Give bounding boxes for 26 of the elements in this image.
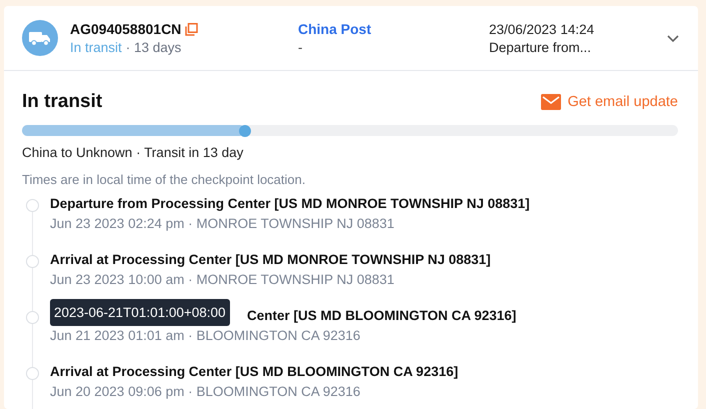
event-title: Arrival at Processing Center [US MD BLOOMINGTON CA 92316]: [50, 364, 458, 379]
event-detail: Jun 21 2023 01:01 am · BLOOMINGTON CA 92316: [50, 328, 362, 343]
event-title: Center [US MD BLOOMINGTON CA 92316]: [247, 308, 516, 323]
status-text: In transit: [70, 40, 122, 55]
route-text: China to Unknown · Transit in 13 day: [22, 145, 244, 160]
event-detail: Jun 23 2023 10:00 am · MONROE TOWNSHIP NJ 08831: [50, 272, 396, 287]
tracking-number: AG094058801CN: [70, 21, 182, 37]
latest-event: Departure from...: [489, 40, 592, 54]
event-detail: Jun 20 2023 09:06 pm · BLOOMINGTON CA 92316: [50, 384, 362, 399]
copy-icon[interactable]: [185, 22, 198, 36]
chevron-icon[interactable]: [666, 34, 680, 42]
truck-icon: [22, 20, 58, 56]
progress-knob: [239, 124, 252, 136]
mail-icon: [540, 94, 561, 110]
timezone-note: Times are in local time of the checkpoint location.: [22, 172, 306, 187]
shipment-header[interactable]: AG094058801CN In transit · 13 days China Post - 23/06/2023 14:24 Departure from...: [4, 6, 698, 71]
event-title: Departure from Processing Center [US MD MONROE TOWNSHIP NJ 08831]: [50, 196, 530, 211]
status-title: In transit: [22, 91, 102, 113]
event-detail: Jun 23 2023 02:24 pm · MONROE TOWNSHIP NJ 08831: [50, 216, 396, 231]
duration-text: · 13 days: [126, 40, 182, 55]
email-update-link[interactable]: Get email update: [540, 94, 678, 110]
carrier-info: -: [298, 40, 304, 55]
latest-time: 23/06/2023 14:24: [489, 22, 596, 36]
event-title: Arrival at Processing Center [US MD MONROE TOWNSHIP NJ 08831]: [50, 252, 491, 267]
carrier-name[interactable]: China Post: [298, 21, 489, 37]
timestamp-tooltip: 2023-06-21T01:01:00+08:00: [50, 299, 230, 326]
